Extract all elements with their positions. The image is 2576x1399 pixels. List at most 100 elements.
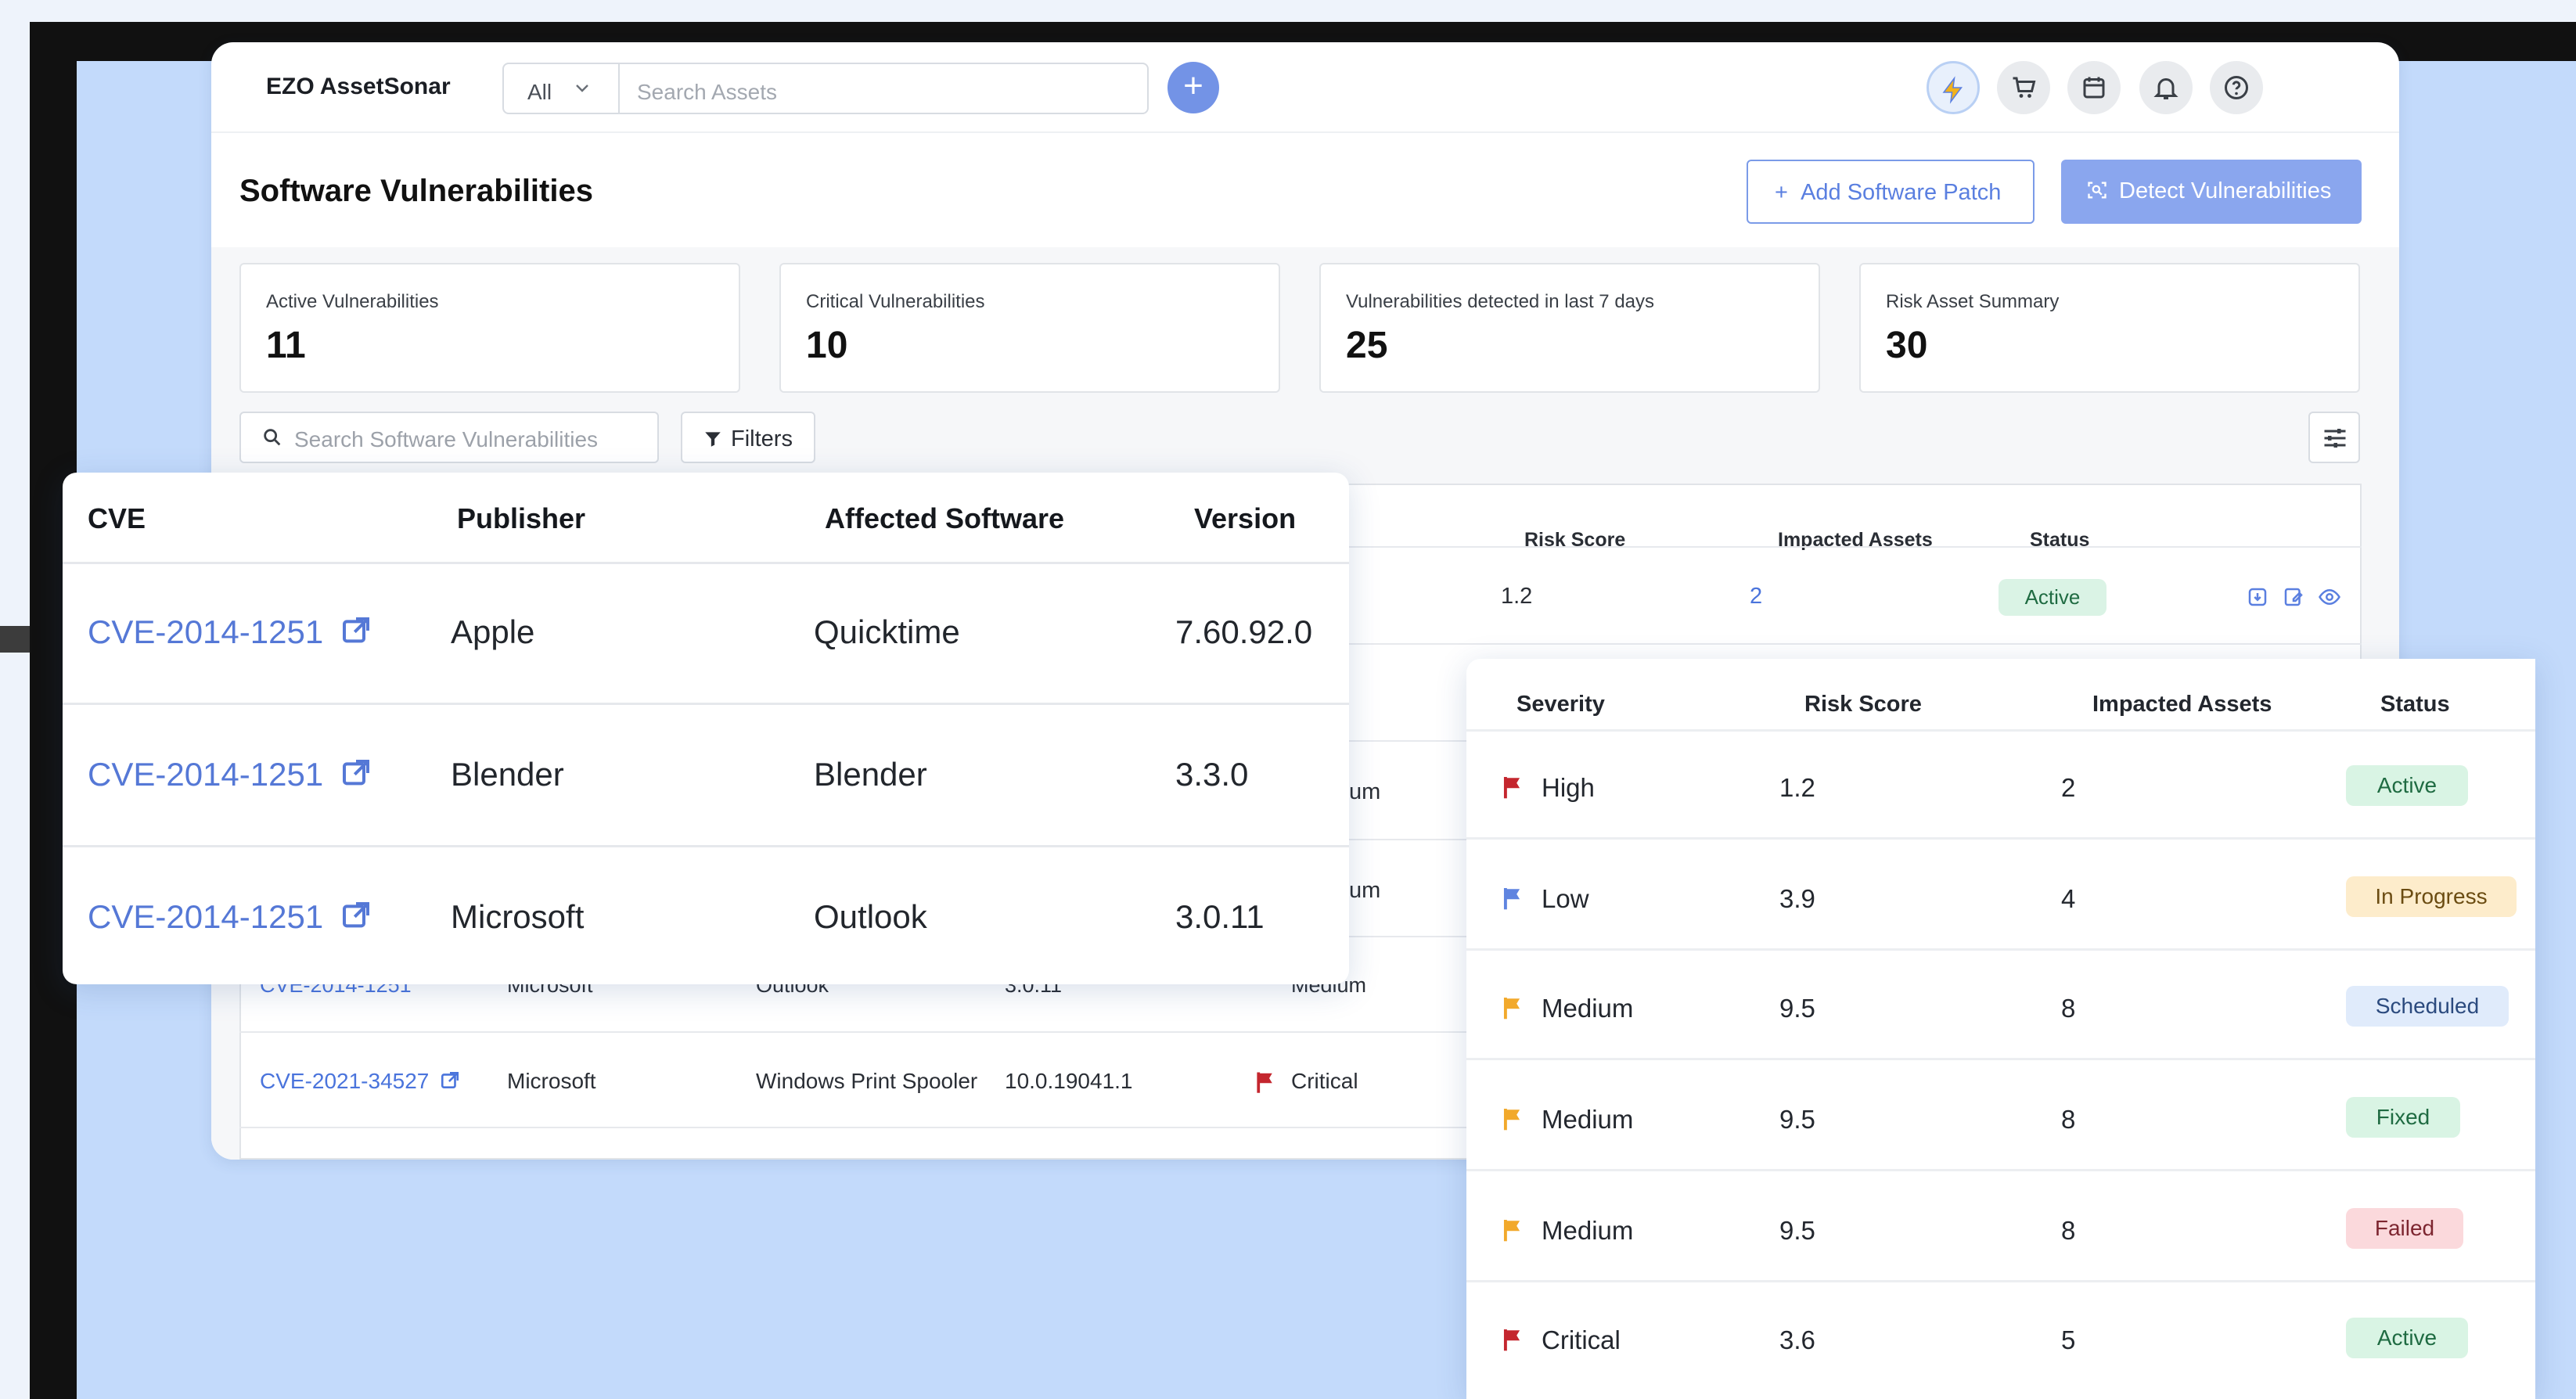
search-scope-select[interactable]: All: [502, 63, 620, 114]
column-settings-button[interactable]: [2308, 412, 2360, 463]
filter-icon: [703, 429, 723, 455]
flag-medium-icon: [1502, 995, 1523, 1024]
search-vulnerabilities-placeholder: Search Software Vulnerabilities: [294, 427, 599, 451]
external-link-icon: [340, 757, 372, 797]
page-title: Software Vulnerabilities: [239, 174, 593, 208]
brand-logo: EZO AssetSonar: [266, 74, 451, 99]
row-divider: [1466, 1280, 2535, 1282]
cve-detail-card: CVE Publisher Affected Software Version …: [63, 473, 1349, 984]
stat-critical-vulnerabilities: Critical Vulnerabilities 10: [779, 263, 1280, 393]
stat-label: Critical Vulnerabilities: [806, 291, 985, 312]
top-bar: EZO AssetSonar All Search Assets +: [211, 42, 2399, 133]
impacted-assets-link[interactable]: 8: [2061, 1105, 2075, 1135]
row-divider: [1466, 1058, 2535, 1060]
cve-link[interactable]: CVE-2014-1251: [88, 613, 372, 654]
flag-medium-icon: [1502, 1106, 1523, 1135]
severity-status-card: Severity Risk Score Impacted Assets Stat…: [1466, 659, 2535, 1399]
row-divider: [63, 845, 1349, 847]
external-link-icon: [340, 900, 372, 939]
stat-value: 25: [1346, 325, 1388, 366]
row-divider: [1466, 948, 2535, 951]
row-divider: [1466, 837, 2535, 840]
detect-vulnerabilities-button[interactable]: Detect Vulnerabilities: [2061, 160, 2362, 224]
status-badge: Active: [2346, 765, 2468, 806]
severity-cell: Medium: [1542, 1105, 1634, 1134]
add-software-patch-button[interactable]: + Add Software Patch: [1747, 160, 2035, 224]
flag-low-icon: [1502, 886, 1523, 915]
version-cell: 7.60.92.0: [1175, 613, 1313, 650]
severity-cell: Medium: [1542, 994, 1634, 1023]
bolt-icon[interactable]: [1927, 61, 1980, 114]
stat-active-vulnerabilities: Active Vulnerabilities 11: [239, 263, 740, 393]
col-header-cve: CVE: [88, 502, 146, 534]
risk-score-cell: 3.6: [1779, 1325, 1815, 1354]
search-scope-value: All: [527, 80, 552, 104]
stat-value: 11: [266, 325, 306, 366]
stat-label: Active Vulnerabilities: [266, 291, 439, 312]
row-divider: [1466, 1169, 2535, 1171]
status-badge: Active: [2346, 1318, 2468, 1358]
cve-link[interactable]: CVE-2014-1251: [88, 898, 372, 939]
filters-button[interactable]: Filters: [681, 412, 815, 463]
add-icon[interactable]: +: [1167, 62, 1219, 113]
impacted-assets-link[interactable]: 2: [2061, 773, 2075, 803]
stat-value: 10: [806, 325, 848, 366]
col-header-impacted-assets: Impacted Assets: [2092, 692, 2272, 717]
external-link-icon: [440, 1070, 460, 1096]
cve-link-text: CVE-2021-34527: [260, 1069, 430, 1093]
severity-cell: Critical: [1542, 1325, 1621, 1354]
row-divider: [63, 703, 1349, 705]
status-badge: Fixed: [2346, 1097, 2460, 1138]
search-vulnerabilities-input[interactable]: Search Software Vulnerabilities: [239, 412, 659, 463]
col-header-affected-software: Affected Software: [825, 502, 1065, 534]
cve-link-text: CVE-2014-1251: [88, 613, 324, 650]
status-badge: Active: [1999, 579, 2106, 616]
bell-icon[interactable]: [2139, 61, 2193, 114]
cve-link-text: CVE-2014-1251: [88, 898, 324, 935]
risk-score-cell: 3.9: [1779, 884, 1815, 913]
risk-score-cell: 1.2: [1501, 584, 1533, 609]
cve-link[interactable]: CVE-2014-1251: [88, 756, 372, 797]
flag-medium-icon: [1502, 1217, 1523, 1246]
search-icon: [261, 426, 283, 454]
eye-icon[interactable]: [2318, 585, 2341, 613]
risk-score-cell: 1.2: [1779, 773, 1815, 802]
impacted-assets-link[interactable]: 2: [1750, 584, 1762, 610]
side-tab: [0, 626, 30, 653]
impacted-assets-link[interactable]: 4: [2061, 884, 2075, 914]
severity-cell: Medium: [1542, 1216, 1634, 1245]
severity-cell: High: [1542, 773, 1595, 802]
severity-cell-partial: um: [1349, 878, 1381, 903]
edit-icon[interactable]: [2282, 585, 2305, 613]
impacted-assets-link[interactable]: 8: [2061, 994, 2075, 1023]
cart-icon[interactable]: [1997, 61, 2050, 114]
software-cell: Windows Print Spooler: [756, 1069, 978, 1093]
flag-high-icon: [1502, 775, 1523, 804]
status-badge: Scheduled: [2346, 986, 2509, 1027]
sliders-icon: [2324, 429, 2346, 448]
stat-value: 30: [1886, 325, 1928, 366]
impacted-assets-link[interactable]: 8: [2061, 1216, 2075, 1246]
risk-score-cell: 9.5: [1779, 1105, 1815, 1134]
help-icon[interactable]: [2210, 61, 2263, 114]
flag-critical-icon: [1502, 1327, 1523, 1356]
software-cell: Quicktime: [814, 613, 960, 650]
impacted-assets-link[interactable]: 5: [2061, 1325, 2075, 1355]
col-header-version: Version: [1194, 502, 1297, 534]
publisher-cell: Apple: [451, 613, 535, 650]
col-header-risk-score: Risk Score: [1524, 529, 1626, 551]
status-badge: Failed: [2346, 1208, 2463, 1249]
calendar-icon[interactable]: [2067, 61, 2121, 114]
header-divider: [63, 562, 1349, 564]
cve-link[interactable]: CVE-2021-34527: [260, 1069, 460, 1096]
stat-risk-asset-summary: Risk Asset Summary 30: [1859, 263, 2360, 393]
filters-label: Filters: [731, 426, 793, 451]
col-header-status: Status: [2380, 692, 2450, 717]
version-cell: 10.0.19041.1: [1005, 1069, 1133, 1093]
col-header-risk-score: Risk Score: [1804, 692, 1922, 717]
severity-cell-partial: um: [1349, 779, 1381, 804]
col-header-publisher: Publisher: [457, 502, 586, 534]
search-assets-input[interactable]: Search Assets: [618, 63, 1149, 114]
version-cell: 3.0.11: [1175, 898, 1265, 935]
download-icon[interactable]: [2246, 585, 2269, 613]
